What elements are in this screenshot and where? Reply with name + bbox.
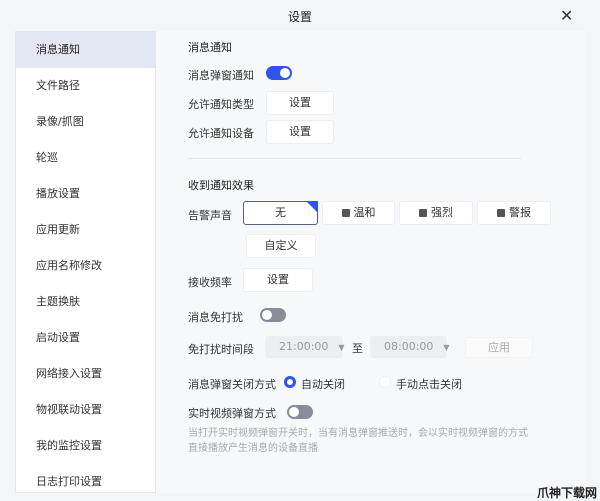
watermark: 爪神下载网: [537, 486, 598, 500]
custom-sound-button[interactable]: 自定义: [246, 234, 316, 258]
music-note-icon: [341, 209, 350, 217]
sidebar-item-log[interactable]: 日志打印设置: [16, 464, 155, 500]
sidebar-item-linkage[interactable]: 物视联动设置: [16, 392, 155, 428]
sound-option-mild[interactable]: 温和: [322, 201, 395, 225]
type-label: 允许通知类型: [188, 98, 254, 111]
sidebar-item-playback[interactable]: 播放设置: [16, 176, 155, 212]
sidebar-item-theme[interactable]: 主题换肤: [16, 284, 155, 320]
freq-settings-button[interactable]: 设置: [243, 268, 313, 292]
popup-label: 消息弹窗通知: [188, 69, 254, 82]
dnd-label: 消息免打扰: [188, 311, 243, 324]
caret-down-icon: ▼: [443, 343, 450, 352]
sound-option-none[interactable]: 无: [243, 201, 318, 225]
check-icon: [306, 201, 318, 213]
divider: [188, 158, 521, 159]
popup-toggle[interactable]: [266, 66, 292, 80]
section-title-effect: 收到通知效果: [188, 179, 254, 192]
dnd-start-select[interactable]: 21:00:00 ▼: [265, 336, 345, 358]
window-title: 设置: [287, 10, 312, 24]
sound-option-alarm[interactable]: 警报: [477, 201, 551, 225]
sidebar-item-network[interactable]: 网络接入设置: [16, 356, 155, 392]
close-mode-label: 消息弹窗关闭方式: [188, 378, 276, 391]
sidebar-item-patrol[interactable]: 轮巡: [16, 140, 155, 176]
device-label: 允许通知设备: [188, 127, 254, 140]
freq-label: 接收频率: [188, 276, 232, 289]
sound-option-label: 警报: [509, 206, 531, 219]
sound-option-strong[interactable]: 强烈: [399, 201, 473, 225]
caret-down-icon: ▼: [338, 343, 345, 352]
sidebar-item-update[interactable]: 应用更新: [16, 212, 155, 248]
sidebar-item-file-path[interactable]: 文件路径: [16, 68, 155, 104]
radio-auto-close[interactable]: [284, 376, 296, 388]
sidebar-item-startup[interactable]: 启动设置: [16, 320, 155, 356]
to-label: 至: [352, 342, 363, 355]
music-note-icon: [497, 209, 505, 217]
realtime-label: 实时视频弹窗方式: [188, 407, 276, 420]
auto-close-label[interactable]: 自动关闭: [301, 376, 345, 392]
sidebar-item-my-monitor[interactable]: 我的监控设置: [16, 428, 155, 464]
sound-option-label: 无: [275, 206, 286, 219]
close-icon[interactable]: ✕: [560, 6, 573, 25]
realtime-description-2: 直接播放产生消息的设备直播: [188, 443, 318, 454]
sound-label: 告警声音: [188, 209, 232, 222]
section-title-notify: 消息通知: [188, 41, 232, 54]
dnd-period-label: 免打扰时间段: [188, 343, 254, 356]
dnd-end-value: 08:00:00: [384, 340, 434, 353]
dnd-end-select[interactable]: 08:00:00 ▼: [370, 336, 450, 358]
sidebar-item-rename[interactable]: 应用名称修改: [16, 248, 155, 284]
device-settings-button[interactable]: 设置: [266, 120, 334, 144]
sidebar-item-record-capture[interactable]: 录像/抓图: [16, 104, 155, 140]
apply-button[interactable]: 应用: [465, 337, 533, 358]
sound-option-label: 强烈: [431, 206, 453, 219]
music-note-icon: [419, 209, 427, 217]
sidebar-item-notifications[interactable]: 消息通知: [16, 32, 155, 68]
sound-option-label: 温和: [353, 206, 376, 219]
realtime-description-1: 当打开实时视频弹窗开关时，当有消息弹窗推送时，会以实时视频弹窗的方式: [188, 428, 528, 439]
dnd-start-value: 21:00:00: [279, 340, 329, 353]
radio-manual-close[interactable]: [379, 376, 391, 388]
manual-close-label[interactable]: 手动点击关闭: [396, 376, 462, 392]
dnd-toggle[interactable]: [260, 308, 286, 322]
realtime-toggle[interactable]: [287, 405, 313, 419]
type-settings-button[interactable]: 设置: [266, 91, 334, 115]
sidebar: 消息通知 文件路径 录像/抓图 轮巡 播放设置 应用更新 应用名称修改 主题换肤…: [15, 31, 156, 493]
